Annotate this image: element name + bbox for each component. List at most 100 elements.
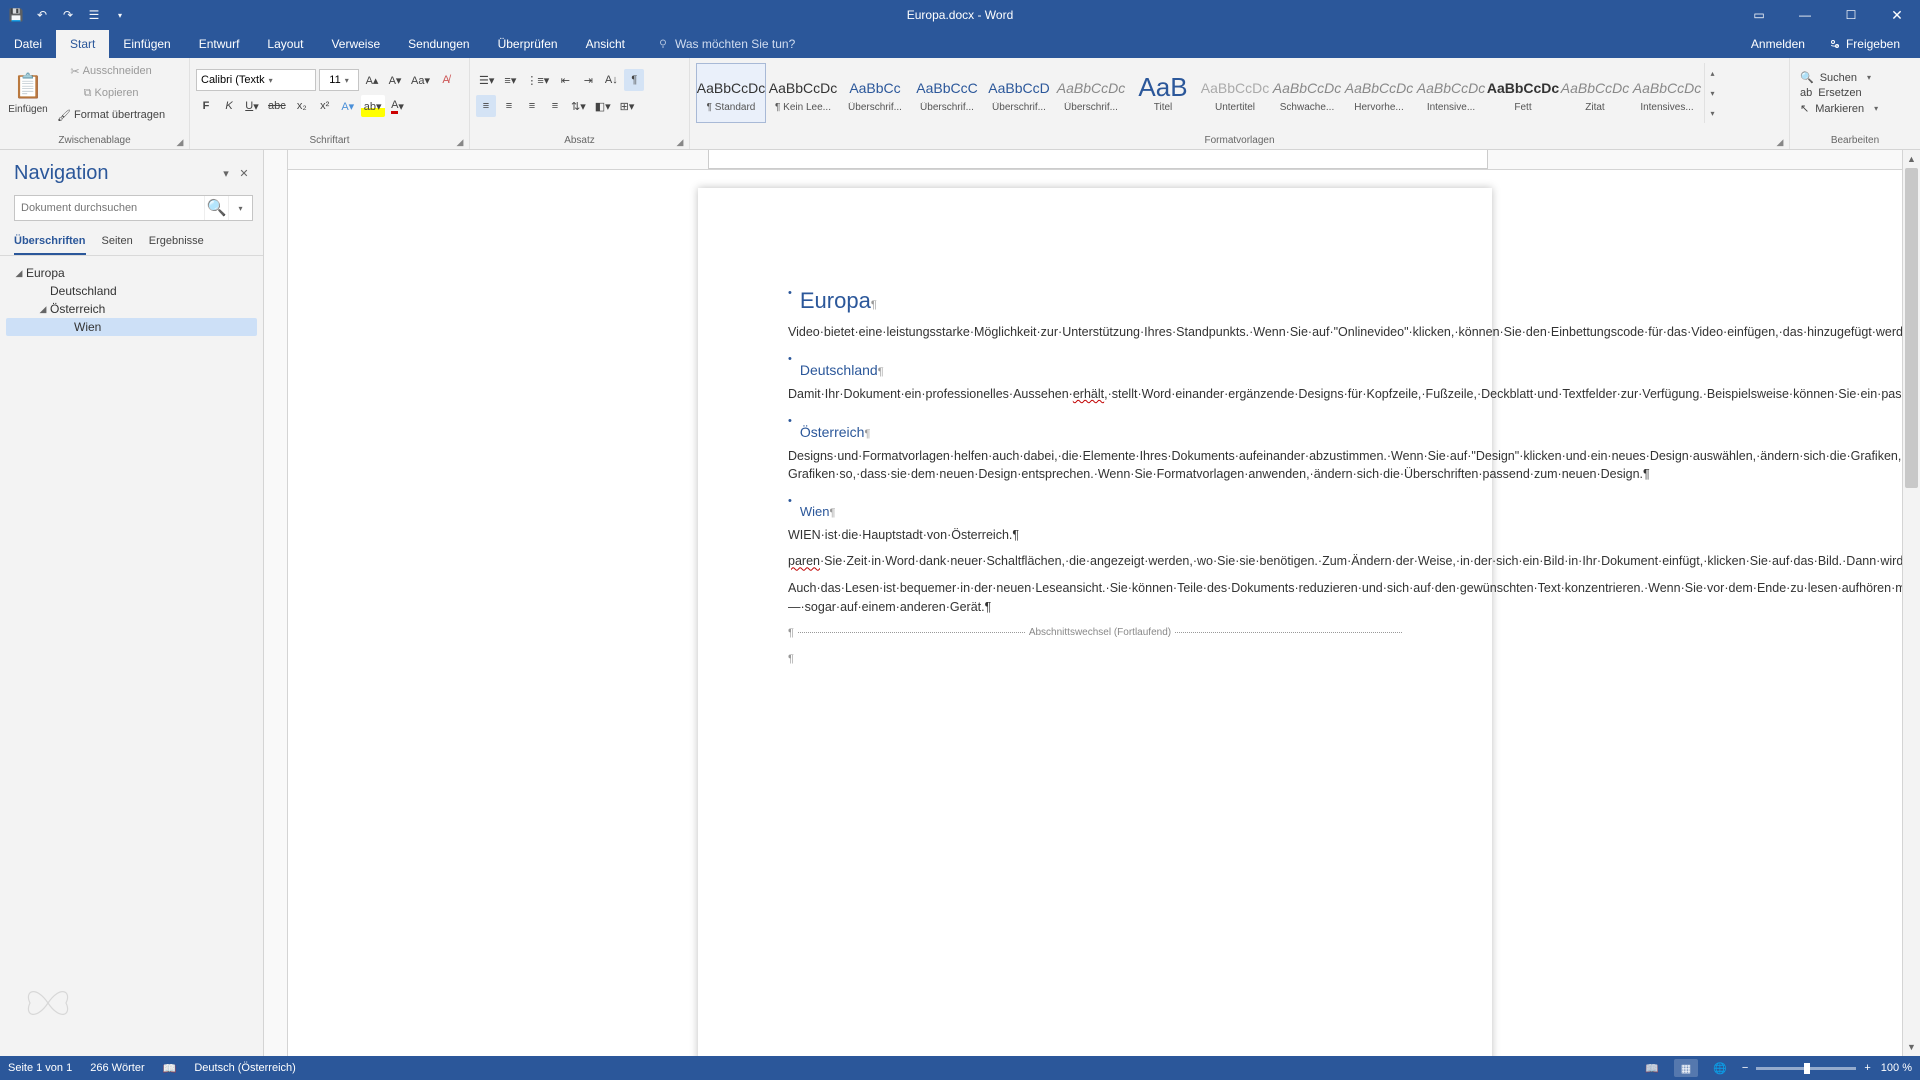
minimize-icon[interactable]: — [1782,0,1828,30]
share-button[interactable]: Freigeben [1829,37,1900,51]
vertical-ruler[interactable] [264,150,288,1056]
search-icon[interactable]: 🔍 [204,196,228,220]
shrink-font-button[interactable]: A▾ [385,69,405,91]
style-item[interactable]: AaBbCcDcIntensives... [1632,63,1702,123]
nav-dropdown-icon[interactable]: ▾ [217,165,235,183]
line-spacing-button[interactable]: ⇅▾ [568,95,589,117]
scroll-down-icon[interactable]: ▼ [1903,1038,1920,1056]
status-spellcheck-icon[interactable]: 📖 [163,1062,177,1075]
nav-tab-results[interactable]: Ergebnisse [149,229,204,255]
cut-button[interactable]: ✂ Ausschneiden [54,61,168,81]
style-item[interactable]: AaBbCcDcZitat [1560,63,1630,123]
decrease-indent-button[interactable]: ⇤ [555,69,575,91]
dialog-launcher-icon[interactable]: ◢ [1775,137,1785,147]
vertical-scrollbar[interactable]: ▲ ▼ [1902,150,1920,1056]
increase-indent-button[interactable]: ⇥ [578,69,598,91]
horizontal-ruler[interactable] [288,150,1902,170]
undo-icon[interactable]: ↶ [34,7,50,23]
nav-node-oesterreich[interactable]: ◢Österreich [6,300,257,318]
nav-tab-headings[interactable]: Überschriften [14,229,86,255]
subscript-button[interactable]: x₂ [292,95,312,117]
scrollbar-thumb[interactable] [1905,168,1918,488]
qat-customize-icon[interactable]: ▾ [112,7,128,23]
shading-button[interactable]: ◧▾ [592,95,614,117]
font-name-combo[interactable]: Calibri (Textk▾ [196,69,316,91]
document-page[interactable]: Europa¶ Video·bietet·eine·leistungsstark… [698,188,1492,1056]
zoom-in-icon[interactable]: + [1864,1062,1870,1074]
collapse-icon[interactable]: ◢ [36,304,50,315]
zoom-level[interactable]: 100 % [1881,1062,1912,1074]
style-item[interactable]: AaBbCcDc¶ Standard [696,63,766,123]
align-left-button[interactable]: ≡ [476,95,496,117]
sign-in-link[interactable]: Anmelden [1751,37,1805,51]
style-item[interactable]: AaBbCcDcSchwache... [1272,63,1342,123]
superscript-button[interactable]: x² [315,95,335,117]
copy-button[interactable]: ⧉ Kopieren [54,83,168,103]
nav-tab-pages[interactable]: Seiten [102,229,133,255]
strikethrough-button[interactable]: abc [265,95,289,117]
save-icon[interactable]: 💾 [8,7,24,23]
dialog-launcher-icon[interactable]: ◢ [175,137,185,147]
numbering-button[interactable]: ≡▾ [500,69,520,91]
find-button[interactable]: 🔍Suchen▾ [1796,70,1914,85]
tab-references[interactable]: Verweise [317,30,394,58]
dialog-launcher-icon[interactable]: ◢ [455,137,465,147]
font-color-button[interactable]: A▾ [388,95,408,117]
align-right-button[interactable]: ≡ [522,95,542,117]
clear-formatting-button[interactable]: A̸ [436,69,456,91]
style-item[interactable]: AaBbCcDcUntertitel [1200,63,1270,123]
search-dropdown-icon[interactable]: ▾ [228,196,252,220]
tell-me-search[interactable]: Was möchten Sie tun? [639,30,795,58]
tab-start[interactable]: Start [56,30,109,58]
show-paragraph-marks-button[interactable]: ¶ [624,69,644,91]
collapse-icon[interactable]: ◢ [12,268,26,279]
zoom-thumb[interactable] [1804,1063,1810,1074]
nav-search-box[interactable]: 🔍 ▾ [14,195,253,221]
style-item[interactable]: AaBbCcDcFett [1488,63,1558,123]
italic-button[interactable]: K [219,95,239,117]
align-center-button[interactable]: ≡ [499,95,519,117]
style-item[interactable]: AaBbCcDcÜberschrif... [1056,63,1126,123]
style-item[interactable]: AaBbCcDcIntensive... [1416,63,1486,123]
maximize-icon[interactable]: ☐ [1828,0,1874,30]
text-effects-button[interactable]: A▾ [338,95,358,117]
tab-mailings[interactable]: Sendungen [394,30,483,58]
sort-button[interactable]: A↓ [601,69,621,91]
close-icon[interactable]: ✕ [1874,0,1920,30]
gallery-more-button[interactable]: ▴▾▾ [1704,63,1720,123]
zoom-out-icon[interactable]: − [1742,1062,1748,1074]
status-word-count[interactable]: 266 Wörter [90,1062,144,1074]
multilevel-list-button[interactable]: ⋮≡▾ [523,69,552,91]
status-page[interactable]: Seite 1 von 1 [8,1062,72,1074]
scrollbar-track[interactable] [1903,168,1920,1038]
borders-button[interactable]: ⊞▾ [617,95,638,117]
grow-font-button[interactable]: A▴ [362,69,382,91]
scroll-up-icon[interactable]: ▲ [1903,150,1920,168]
nav-search-input[interactable] [15,202,204,214]
dialog-launcher-icon[interactable]: ◢ [675,137,685,147]
style-item[interactable]: AaBbCcCÜberschrif... [912,63,982,123]
status-language[interactable]: Deutsch (Österreich) [194,1062,295,1074]
replace-button[interactable]: abErsetzen [1796,86,1914,100]
select-button[interactable]: ↖Markieren▾ [1796,101,1914,116]
zoom-track[interactable] [1756,1067,1856,1070]
tab-insert[interactable]: Einfügen [109,30,184,58]
zoom-slider[interactable]: − + [1742,1062,1871,1074]
read-mode-icon[interactable]: 📖 [1640,1059,1664,1077]
tab-review[interactable]: Überprüfen [484,30,572,58]
highlight-button[interactable]: ab▾ [361,95,385,117]
style-item[interactable]: AaBbCcDÜberschrif... [984,63,1054,123]
font-size-combo[interactable]: 11▾ [319,69,359,91]
redo-icon[interactable]: ↷ [60,7,76,23]
style-item[interactable]: AaBbCcDcHervorhe... [1344,63,1414,123]
style-item[interactable]: AaBbCcÜberschrif... [840,63,910,123]
ribbon-display-options-icon[interactable]: ▭ [1736,0,1782,30]
bold-button[interactable]: F [196,95,216,117]
touch-mode-icon[interactable]: ☰ [86,7,102,23]
web-layout-icon[interactable]: 🌐 [1708,1059,1732,1077]
format-painter-button[interactable]: 🖌 Format übertragen [54,105,168,125]
underline-button[interactable]: U▾ [242,95,262,117]
justify-button[interactable]: ≡ [545,95,565,117]
nav-node-europa[interactable]: ◢Europa [6,264,257,282]
print-layout-icon[interactable]: ▦ [1674,1059,1698,1077]
